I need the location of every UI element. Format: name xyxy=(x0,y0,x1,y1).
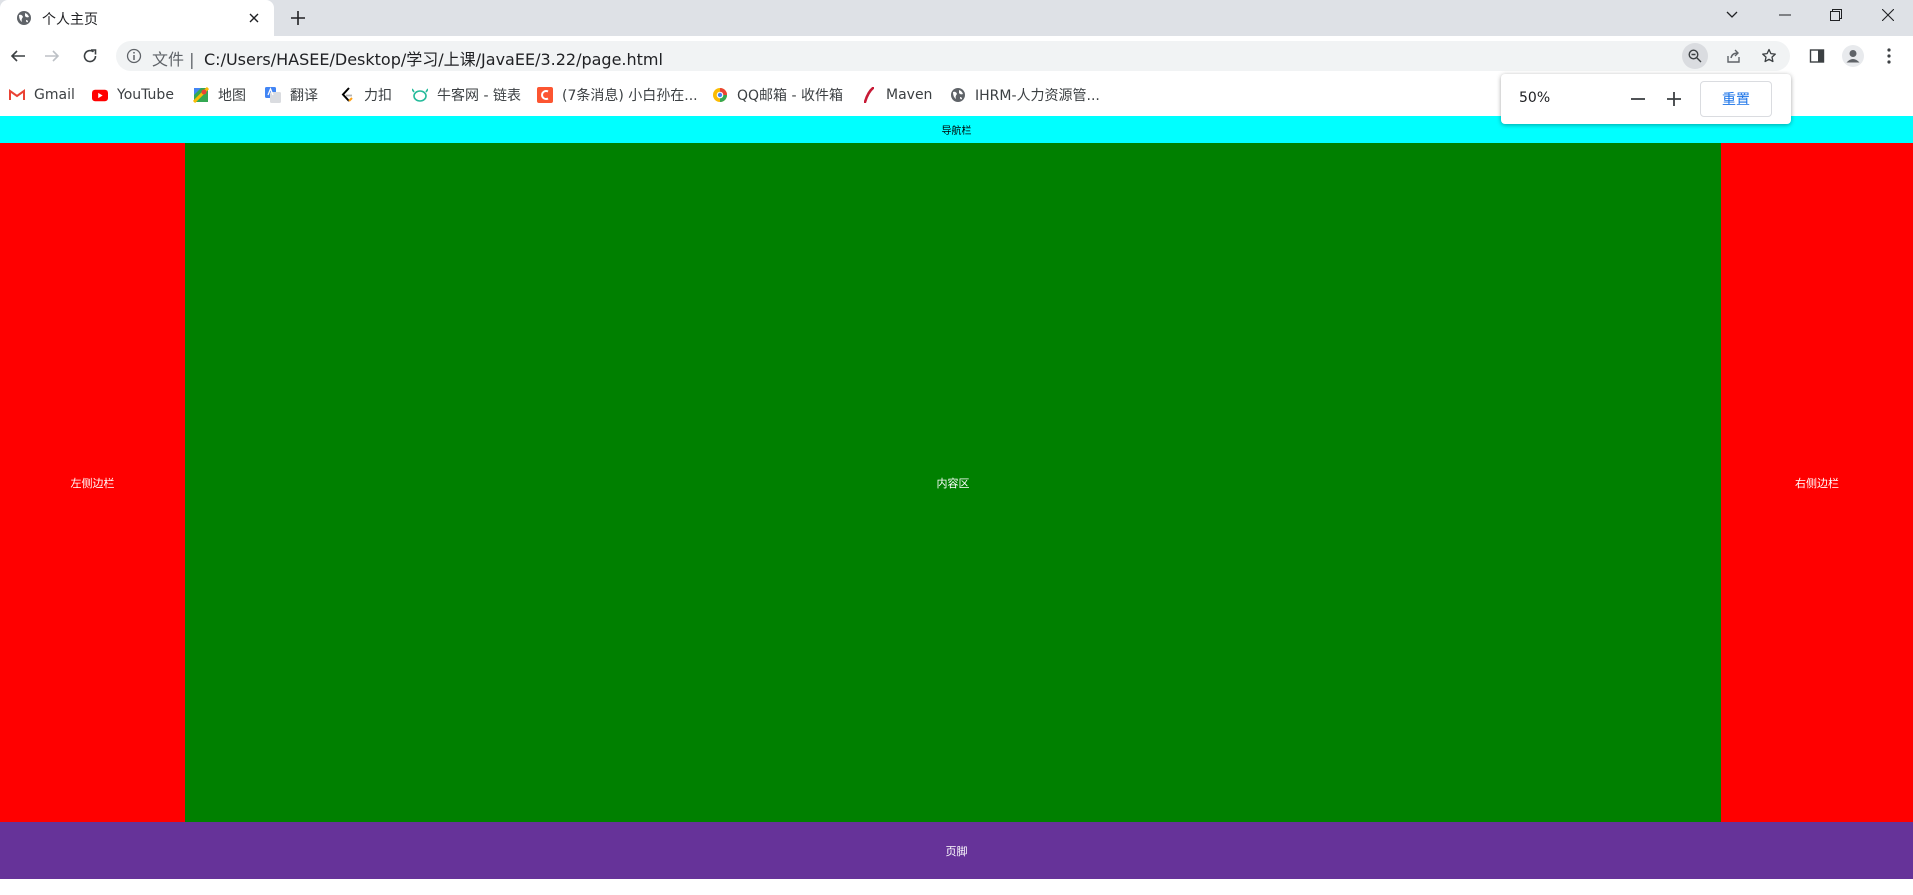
bookmark-nowcoder[interactable]: 牛客网 - 链表 xyxy=(412,84,521,106)
tab-strip: 个人主页 xyxy=(0,0,1913,36)
more-menu-icon[interactable] xyxy=(1875,42,1903,70)
bookmark-label: QQ邮箱 - 收件箱 xyxy=(737,88,843,104)
bookmark-qqmail[interactable]: QQ邮箱 - 收件箱 xyxy=(712,84,843,106)
new-tab-button[interactable] xyxy=(286,6,310,30)
bookmark-ihrm[interactable]: IHRM-人力资源管... xyxy=(950,84,1100,106)
tab-title: 个人主页 xyxy=(42,12,98,28)
bookmark-label: Gmail xyxy=(34,87,75,103)
bookmark-gmail[interactable]: Gmail xyxy=(9,84,75,106)
translate-icon xyxy=(265,87,281,103)
qqmail-icon xyxy=(712,87,728,103)
gmail-icon xyxy=(9,87,25,103)
share-icon[interactable] xyxy=(1721,43,1747,69)
close-window-icon[interactable] xyxy=(1863,0,1913,30)
bookmark-star-icon[interactable] xyxy=(1756,43,1782,69)
maven-icon xyxy=(861,87,877,103)
restore-icon[interactable] xyxy=(1811,0,1861,30)
tab-active[interactable]: 个人主页 xyxy=(0,0,274,36)
bookmark-label: (7条消息) 小白孙在... xyxy=(562,88,698,104)
info-icon[interactable] xyxy=(126,48,142,64)
bookmark-label: YouTube xyxy=(117,87,174,103)
globe-icon xyxy=(16,10,32,26)
youtube-icon xyxy=(92,87,108,103)
nowcoder-icon xyxy=(412,87,428,103)
bookmark-maven[interactable]: Maven xyxy=(861,84,932,106)
minimize-icon[interactable] xyxy=(1760,0,1810,30)
maps-icon xyxy=(193,87,209,103)
globe-icon xyxy=(950,87,966,103)
bookmark-csdn[interactable]: (7条消息) 小白孙在... xyxy=(537,84,698,106)
tab-search-chevron-icon[interactable] xyxy=(1707,0,1757,30)
csdn-icon xyxy=(537,87,553,103)
zoom-magnifier-icon[interactable] xyxy=(1682,43,1708,69)
zoom-percent: 50% xyxy=(1519,90,1551,106)
address-bar[interactable]: 文件 | C:/Users/HASEE/Desktop/学习/上课/JavaEE… xyxy=(116,41,1790,71)
page-right-sidebar: 右侧边栏 xyxy=(1721,143,1913,822)
zoom-out-button[interactable] xyxy=(1625,86,1651,112)
bookmark-youtube[interactable]: YouTube xyxy=(92,84,174,106)
bookmark-label: IHRM-人力资源管... xyxy=(975,88,1100,104)
bookmark-label: 牛客网 - 链表 xyxy=(437,88,521,104)
toolbar: 文件 | C:/Users/HASEE/Desktop/学习/上课/JavaEE… xyxy=(0,36,1913,76)
close-icon[interactable] xyxy=(244,8,264,28)
bookmark-label: 地图 xyxy=(218,88,246,104)
url-text[interactable]: C:/Users/HASEE/Desktop/学习/上课/JavaEE/3.22… xyxy=(204,46,663,70)
bookmark-label: Maven xyxy=(886,87,933,103)
page-left-sidebar: 左侧边栏 xyxy=(0,143,185,822)
bookmark-label: 力扣 xyxy=(364,88,392,104)
profile-avatar-icon[interactable] xyxy=(1839,42,1867,70)
bookmark-translate[interactable]: 翻译 xyxy=(265,84,318,106)
bookmark-leetcode[interactable]: 力扣 xyxy=(339,84,392,106)
side-panel-icon[interactable] xyxy=(1803,42,1831,70)
zoom-popup: 50% 重置 xyxy=(1501,74,1791,124)
reload-icon[interactable] xyxy=(76,42,104,70)
zoom-reset-button[interactable]: 重置 xyxy=(1700,81,1772,117)
page-footer: 页脚 xyxy=(0,822,1913,879)
bookmark-label: 翻译 xyxy=(290,88,318,104)
page-content-area: 内容区 xyxy=(185,143,1721,822)
back-arrow-icon[interactable] xyxy=(4,42,32,70)
zoom-in-button[interactable] xyxy=(1661,86,1687,112)
forward-arrow-icon[interactable] xyxy=(38,42,66,70)
page-viewport: 导航栏 左侧边栏 内容区 右侧边栏 页脚 xyxy=(0,116,1913,879)
bookmark-maps[interactable]: 地图 xyxy=(193,84,246,106)
scheme-label: 文件 | xyxy=(152,50,195,69)
leetcode-icon xyxy=(339,87,355,103)
